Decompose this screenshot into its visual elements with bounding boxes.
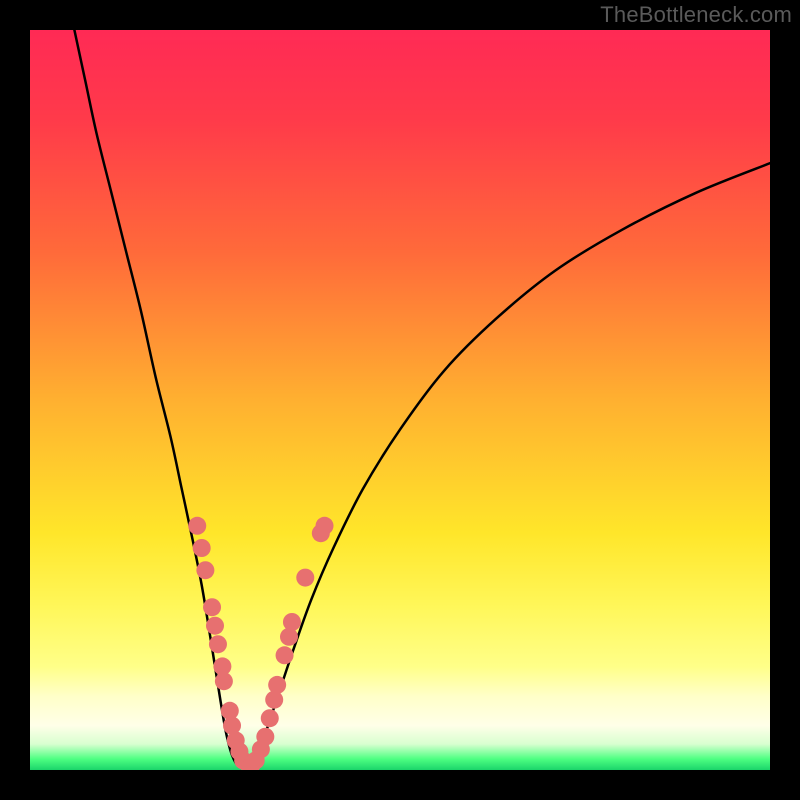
bottleneck-chart <box>0 0 800 800</box>
sample-marker <box>209 635 227 653</box>
sample-marker <box>196 561 214 579</box>
sample-marker <box>206 617 224 635</box>
sample-marker <box>280 628 298 646</box>
sample-marker <box>215 672 233 690</box>
sample-marker <box>203 598 221 616</box>
sample-marker <box>261 709 279 727</box>
sample-marker <box>193 539 211 557</box>
sample-marker <box>268 676 286 694</box>
gradient-background <box>30 30 770 770</box>
sample-marker <box>276 646 294 664</box>
sample-marker <box>316 517 334 535</box>
chart-frame: TheBottleneck.com <box>0 0 800 800</box>
sample-marker <box>296 569 314 587</box>
sample-marker <box>265 691 283 709</box>
sample-marker <box>283 613 301 631</box>
sample-marker <box>188 517 206 535</box>
sample-marker <box>256 728 274 746</box>
